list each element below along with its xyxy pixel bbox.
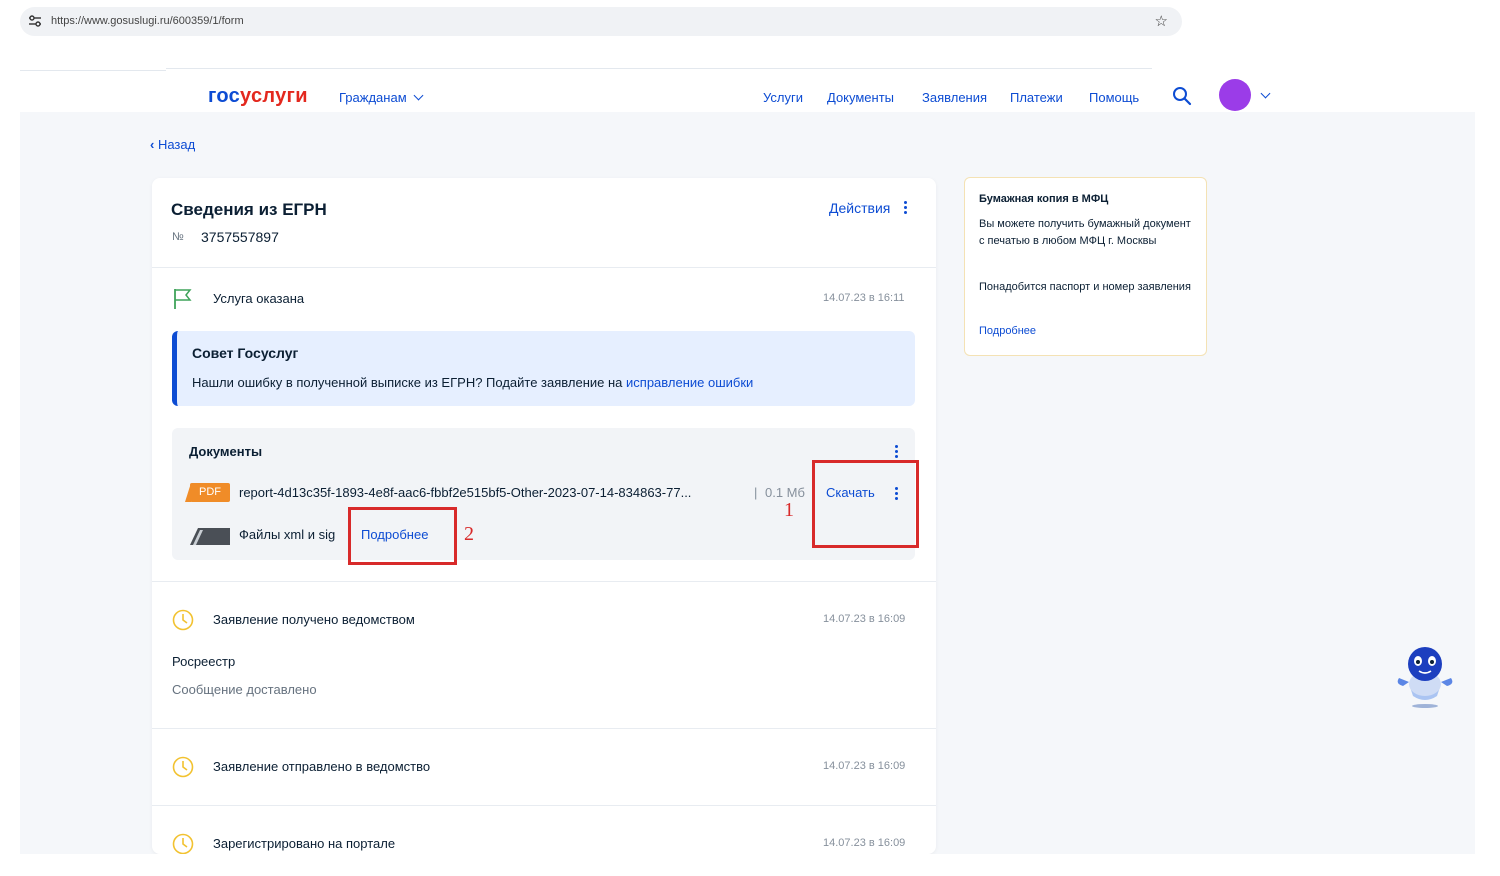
file-name[interactable]: report-4d13c35f-1893-4e8f-aac6-fbbf2e515… — [239, 485, 691, 500]
divider — [20, 70, 166, 71]
file-separator: | — [754, 485, 758, 500]
divider — [152, 267, 936, 268]
info-title: Бумажная копия в МФЦ — [979, 193, 1109, 205]
timeline-status: Заявление отправлено в ведомство — [213, 759, 431, 774]
nav-payments[interactable]: Платежи — [1010, 90, 1063, 105]
timeline-date: 14.07.23 в 16:09 — [823, 760, 906, 772]
nav-applications[interactable]: Заявления — [922, 90, 987, 105]
advice-text: Нашли ошибку в полученной выписке из ЕГР… — [192, 375, 754, 390]
browser-url-bar[interactable]: https://www.gosuslugi.ru/600359/1/form ☆ — [20, 7, 1182, 36]
annotation-number-2: 2 — [464, 523, 474, 545]
kebab-icon[interactable] — [904, 201, 907, 216]
page-bottom-edge — [0, 854, 1500, 876]
timeline-status: Зарегистрировано на портале — [213, 836, 396, 851]
chevron-left-icon: ‹ — [150, 137, 158, 152]
back-link[interactable]: ‹ Назад — [150, 137, 195, 152]
highlight-box-download — [812, 460, 919, 548]
documents-title: Документы — [189, 444, 263, 459]
chevron-down-icon — [413, 90, 424, 101]
flag-icon — [174, 289, 192, 309]
timeline-status: Заявление получено ведомством — [213, 612, 415, 627]
page-title: Сведения из ЕГРН — [171, 200, 327, 219]
nav-help[interactable]: Помощь — [1089, 90, 1139, 105]
xml-files-label: Файлы xml и sig — [239, 527, 336, 542]
search-icon[interactable] — [1172, 86, 1192, 106]
robot-assistant-icon[interactable] — [1393, 644, 1457, 710]
clock-icon — [172, 609, 194, 631]
agency-name: Росреестр — [172, 654, 236, 669]
highlight-box-details — [348, 507, 457, 565]
number-label: № — [172, 231, 184, 243]
service-status: Услуга оказана — [213, 291, 305, 306]
tune-icon[interactable] — [28, 14, 42, 28]
annotation-number-1: 1 — [784, 499, 794, 521]
info-text: Понадобится паспорт и номер заявления — [979, 281, 1191, 293]
divider — [152, 581, 936, 582]
advice-block — [172, 331, 915, 406]
clock-icon — [172, 833, 194, 855]
timeline-date: 14.07.23 в 16:09 — [823, 613, 906, 625]
gosuslugi-logo[interactable]: госуслуги — [208, 85, 308, 108]
status-date: 14.07.23 в 16:11 — [823, 292, 905, 304]
advice-title: Совет Госуслуг — [192, 345, 299, 361]
application-number: 3757557897 — [201, 229, 279, 245]
actions-button[interactable]: Действия — [829, 200, 890, 216]
url-text[interactable]: https://www.gosuslugi.ru/600359/1/form — [51, 15, 244, 27]
info-text: Вы можете получить бумажный документ с п… — [979, 218, 1191, 247]
star-icon[interactable]: ☆ — [1155, 12, 1168, 30]
info-more-link[interactable]: Подробнее — [979, 325, 1036, 337]
divider — [152, 805, 936, 806]
timeline-date: 14.07.23 в 16:09 — [823, 837, 906, 849]
fix-error-link[interactable]: исправление ошибки — [626, 375, 753, 390]
nav-documents[interactable]: Документы — [827, 90, 894, 105]
avatar[interactable] — [1219, 79, 1251, 111]
kebab-icon[interactable] — [895, 445, 898, 460]
clock-icon — [172, 756, 194, 778]
file-archive-icon — [190, 528, 230, 545]
file-size: 0.1 Мб — [765, 485, 805, 500]
divider — [166, 68, 1152, 69]
divider — [152, 728, 936, 729]
citizens-menu[interactable]: Гражданам — [339, 90, 424, 105]
delivery-note: Сообщение доставлено — [172, 682, 317, 697]
nav-services[interactable]: Услуги — [763, 90, 803, 105]
pdf-icon: PDF — [185, 483, 230, 502]
chevron-down-icon[interactable] — [1260, 88, 1271, 99]
